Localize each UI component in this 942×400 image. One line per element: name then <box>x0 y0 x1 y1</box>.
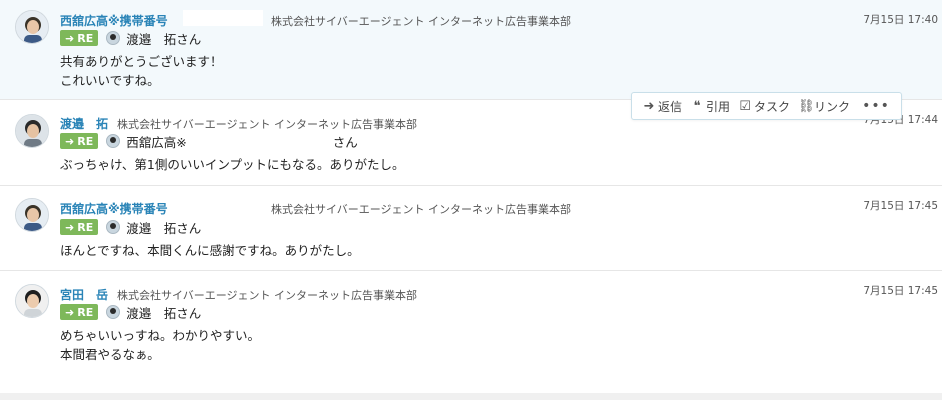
reply-to[interactable]: ➜ RE 渡邉 拓さん <box>60 218 201 236</box>
message-body: めちゃいいっすね。わかりやすい。 本間君やるなぁ。 <box>60 328 261 362</box>
quote-button[interactable]: ❝ 引用 <box>690 98 731 115</box>
reply-to-name: 渡邉 拓さん <box>126 305 202 321</box>
message-action-bar: ➜ 返信 ❝ 引用 ☑ タスク ⛓ リンク ••• <box>631 92 902 120</box>
timestamp[interactable]: 7月15日 17:45 <box>863 283 938 298</box>
re-badge[interactable]: ➜ RE <box>60 219 99 235</box>
reply-to-suffix: さん <box>332 134 358 150</box>
sender-name[interactable]: 西舘広高※携帯番号 <box>60 12 168 29</box>
reply-arrow-icon: ➜ <box>643 98 655 114</box>
reply-arrow-icon: ➜ <box>65 220 75 234</box>
mini-avatar <box>106 134 121 148</box>
avatar[interactable] <box>15 284 49 318</box>
reply-button[interactable]: ➜ 返信 <box>642 98 682 115</box>
sender-name[interactable]: 渡邉 拓 <box>60 115 108 132</box>
mini-avatar <box>106 305 121 319</box>
reply-to-name: 西舘広高※ <box>126 134 187 150</box>
reply-to-name: 渡邉 拓さん <box>126 220 202 236</box>
avatar[interactable] <box>15 114 49 148</box>
quote-icon: ❝ <box>693 98 701 114</box>
message-item[interactable]: 西舘広高※携帯番号 株式会社サイバーエージェント インターネット広告事業本部 7… <box>0 0 942 100</box>
message-body: ぶっちゃけ、第1側のいいインプットにもなる。ありがたし。 <box>60 157 405 172</box>
timestamp[interactable]: 7月15日 17:40 <box>863 12 938 27</box>
bottom-divider <box>0 393 942 400</box>
task-button[interactable]: ☑ タスク <box>738 98 790 115</box>
message-body: ほんとですね、本間くんに感謝ですね。ありがたし。 <box>60 243 360 258</box>
redacted-area <box>183 10 263 26</box>
sender-org: 株式会社サイバーエージェント インターネット広告事業本部 <box>271 203 572 216</box>
message-item[interactable]: 西舘広高※携帯番号 株式会社サイバーエージェント インターネット広告事業本部 7… <box>0 186 942 271</box>
message-body: 共有ありがとうございます！ これいいですね。 <box>60 54 223 88</box>
reply-to-name: 渡邉 拓さん <box>126 31 202 47</box>
sender-org: 株式会社サイバーエージェント インターネット広告事業本部 <box>117 118 418 131</box>
reply-arrow-icon: ➜ <box>65 134 75 148</box>
reply-arrow-icon: ➜ <box>65 305 75 319</box>
sender-org: 株式会社サイバーエージェント インターネット広告事業本部 <box>271 15 572 28</box>
redacted-area <box>183 198 263 214</box>
re-badge[interactable]: ➜ RE <box>60 133 99 149</box>
sender-name[interactable]: 西舘広高※携帯番号 <box>60 200 168 217</box>
reply-to[interactable]: ➜ RE 西舘広高※ さん <box>60 132 358 150</box>
more-options-icon[interactable]: ••• <box>862 98 890 114</box>
sender-org: 株式会社サイバーエージェント インターネット広告事業本部 <box>117 289 418 302</box>
reply-arrow-icon: ➜ <box>65 31 75 45</box>
link-icon: ⛓ <box>798 98 815 114</box>
mini-avatar <box>106 31 121 45</box>
message-item[interactable]: 宮田 岳 株式会社サイバーエージェント インターネット広告事業本部 7月15日 … <box>0 271 942 393</box>
avatar[interactable] <box>15 198 49 232</box>
re-badge[interactable]: ➜ RE <box>60 30 99 46</box>
re-badge[interactable]: ➜ RE <box>60 304 99 320</box>
avatar[interactable] <box>15 10 49 44</box>
link-button[interactable]: ⛓ リンク <box>798 98 850 115</box>
sender-name[interactable]: 宮田 岳 <box>60 286 108 303</box>
reply-to[interactable]: ➜ RE 渡邉 拓さん <box>60 303 201 321</box>
timestamp[interactable]: 7月15日 17:45 <box>863 198 938 213</box>
reply-to[interactable]: ➜ RE 渡邉 拓さん <box>60 29 201 47</box>
mini-avatar <box>106 220 121 234</box>
checkbox-icon: ☑ <box>739 98 751 114</box>
